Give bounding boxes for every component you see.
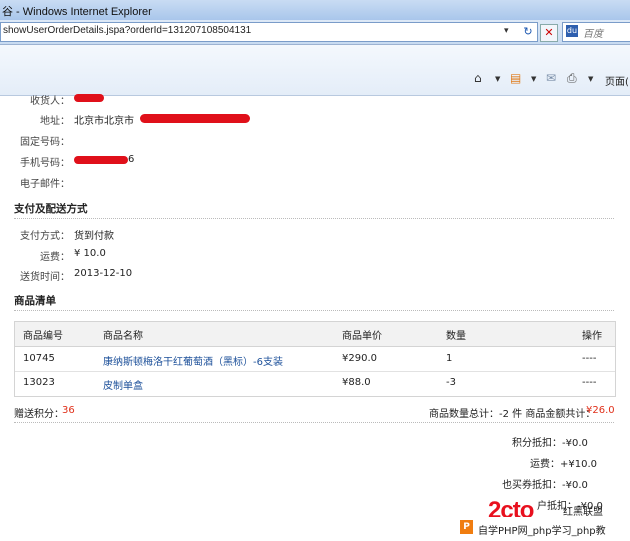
delivery-time-value: 2013-12-10 bbox=[74, 268, 133, 279]
window-title-bar: 谷 - Windows Internet Explorer bbox=[0, 0, 630, 20]
shipping-charge: 运费：+¥10.0 bbox=[530, 459, 598, 470]
column-header: 操作 bbox=[582, 331, 602, 342]
product-quantity: -3 bbox=[446, 377, 456, 388]
column-header: 商品名称 bbox=[103, 331, 143, 342]
delivery-time-label: 送货时间： bbox=[20, 272, 70, 283]
command-bar: ⌂ ▼ ▤ ▼ ✉ ⎙ ▼ 页面( bbox=[0, 45, 630, 96]
feeds-icon[interactable]: ▤ bbox=[510, 71, 521, 85]
table-row: 10745 康纳斯顿梅洛干红葡萄酒（黑标）-6支装 ¥290.0 1 ---- bbox=[15, 347, 615, 372]
column-header: 商品编号 bbox=[23, 331, 63, 342]
phone-label: 固定号码： bbox=[20, 137, 70, 148]
divider bbox=[14, 218, 614, 219]
product-name-link[interactable]: 康纳斯顿梅洛干红葡萄酒（黑标）-6支装 bbox=[103, 353, 283, 368]
shipping-fee-value: ¥ 10.0 bbox=[74, 248, 106, 259]
products-section-title: 商品清单 bbox=[14, 295, 56, 307]
points-deduction: 积分抵扣：-¥0.0 bbox=[512, 438, 588, 449]
refresh-icon[interactable]: ↻ bbox=[521, 25, 535, 39]
mail-icon[interactable]: ✉ bbox=[546, 71, 556, 85]
table-row: 13023 皮制单盒 ¥88.0 -3 ---- bbox=[15, 371, 615, 395]
payment-section-title: 支付及配送方式 bbox=[14, 203, 88, 215]
watermark-logo-label: 红黑联盟 bbox=[563, 507, 603, 518]
search-placeholder: 百度 bbox=[583, 29, 603, 40]
window-title: 谷 - Windows Internet Explorer bbox=[2, 6, 152, 18]
print-icon[interactable]: ⎙ bbox=[567, 71, 577, 86]
points-value: 36 bbox=[62, 405, 75, 416]
address-url: showUserOrderDetails.jspa?orderId=131207… bbox=[3, 25, 252, 36]
product-price: ¥290.0 bbox=[342, 353, 377, 364]
product-action: ---- bbox=[582, 377, 597, 388]
search-provider-icon: du bbox=[566, 25, 578, 37]
address-dropdown-icon[interactable]: ▾ bbox=[504, 26, 516, 38]
redaction-mark bbox=[74, 156, 128, 164]
address-value: 北京市北京市 bbox=[74, 116, 134, 127]
home-dropdown-icon[interactable]: ▼ bbox=[495, 75, 500, 83]
address-label: 地址： bbox=[40, 116, 70, 127]
address-bar-row: showUserOrderDetails.jspa?orderId=131207… bbox=[0, 20, 630, 45]
watermark-banner: P 自学PHP网_php学习_php教 bbox=[458, 517, 630, 539]
feeds-dropdown-icon[interactable]: ▼ bbox=[531, 75, 536, 83]
home-icon[interactable]: ⌂ bbox=[474, 71, 482, 85]
divider bbox=[14, 310, 614, 311]
product-id: 10745 bbox=[23, 353, 55, 364]
page-menu[interactable]: 页面( bbox=[605, 73, 629, 88]
search-input[interactable]: du 百度 bbox=[562, 22, 630, 42]
coupon-deduction: 也买券抵扣：-¥0.0 bbox=[502, 480, 588, 491]
column-header: 商品单价 bbox=[342, 331, 382, 342]
table-header: 商品编号 商品名称 商品单价 数量 操作 bbox=[15, 322, 615, 347]
product-price: ¥88.0 bbox=[342, 377, 371, 388]
product-id: 13023 bbox=[23, 377, 55, 388]
payment-method-label: 支付方式： bbox=[20, 231, 70, 242]
watermark-banner-text: 自学PHP网_php学习_php教 bbox=[478, 526, 606, 537]
email-label: 电子邮件： bbox=[20, 179, 70, 190]
mobile-label: 手机号码： bbox=[20, 158, 70, 169]
redaction-mark bbox=[74, 94, 104, 102]
php-logo-icon: P bbox=[460, 520, 473, 534]
product-quantity: 1 bbox=[446, 353, 453, 364]
order-details-page: 收货人： 地址： 北京市北京市 固定号码： 手机号码： 6 电子邮件： 支付及配… bbox=[0, 94, 630, 541]
products-table: 商品编号 商品名称 商品单价 数量 操作 10745 康纳斯顿梅洛干红葡萄酒（黑… bbox=[14, 321, 616, 397]
print-dropdown-icon[interactable]: ▼ bbox=[588, 75, 593, 83]
order-total-value: ¥26.0 bbox=[586, 405, 615, 416]
divider bbox=[14, 422, 614, 423]
stop-button[interactable]: ✕ bbox=[540, 24, 558, 42]
shipping-fee-label: 运费： bbox=[40, 252, 70, 263]
points-label: 赠送积分： bbox=[14, 409, 64, 420]
payment-method-value: 货到付款 bbox=[74, 231, 114, 242]
recipient-label: 收货人： bbox=[30, 96, 70, 107]
address-input[interactable]: showUserOrderDetails.jspa?orderId=131207… bbox=[0, 22, 538, 42]
product-action: ---- bbox=[582, 353, 597, 364]
order-total-label: 商品数量总计：-2 件 商品金额共计： bbox=[429, 409, 596, 420]
column-header: 数量 bbox=[446, 331, 466, 342]
redaction-mark bbox=[140, 114, 250, 123]
mobile-value: 6 bbox=[128, 154, 135, 165]
product-name-link[interactable]: 皮制单盒 bbox=[103, 377, 143, 392]
